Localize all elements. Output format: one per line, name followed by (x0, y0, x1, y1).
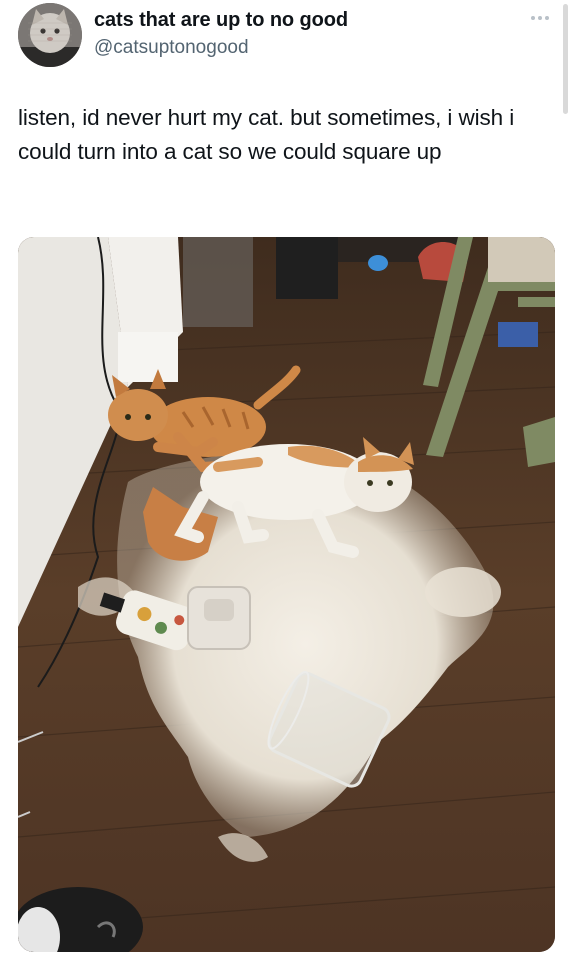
tweet-text: listen, id never hurt my cat. but someti… (18, 105, 515, 164)
author-handle[interactable]: @catsuptonogood (94, 37, 249, 59)
photo-scene (18, 237, 555, 952)
tweet-photo[interactable] (18, 237, 555, 952)
more-horizontal-icon (531, 16, 549, 20)
more-options-button[interactable] (526, 8, 554, 28)
cat-avatar-icon (18, 3, 82, 67)
avatar[interactable] (18, 3, 82, 67)
author-display-name[interactable]: cats that are up to no good (94, 9, 348, 32)
tweet-header: cats that are up to no good @catsuptonog… (0, 0, 572, 80)
scrollbar-thumb[interactable] (563, 4, 568, 114)
